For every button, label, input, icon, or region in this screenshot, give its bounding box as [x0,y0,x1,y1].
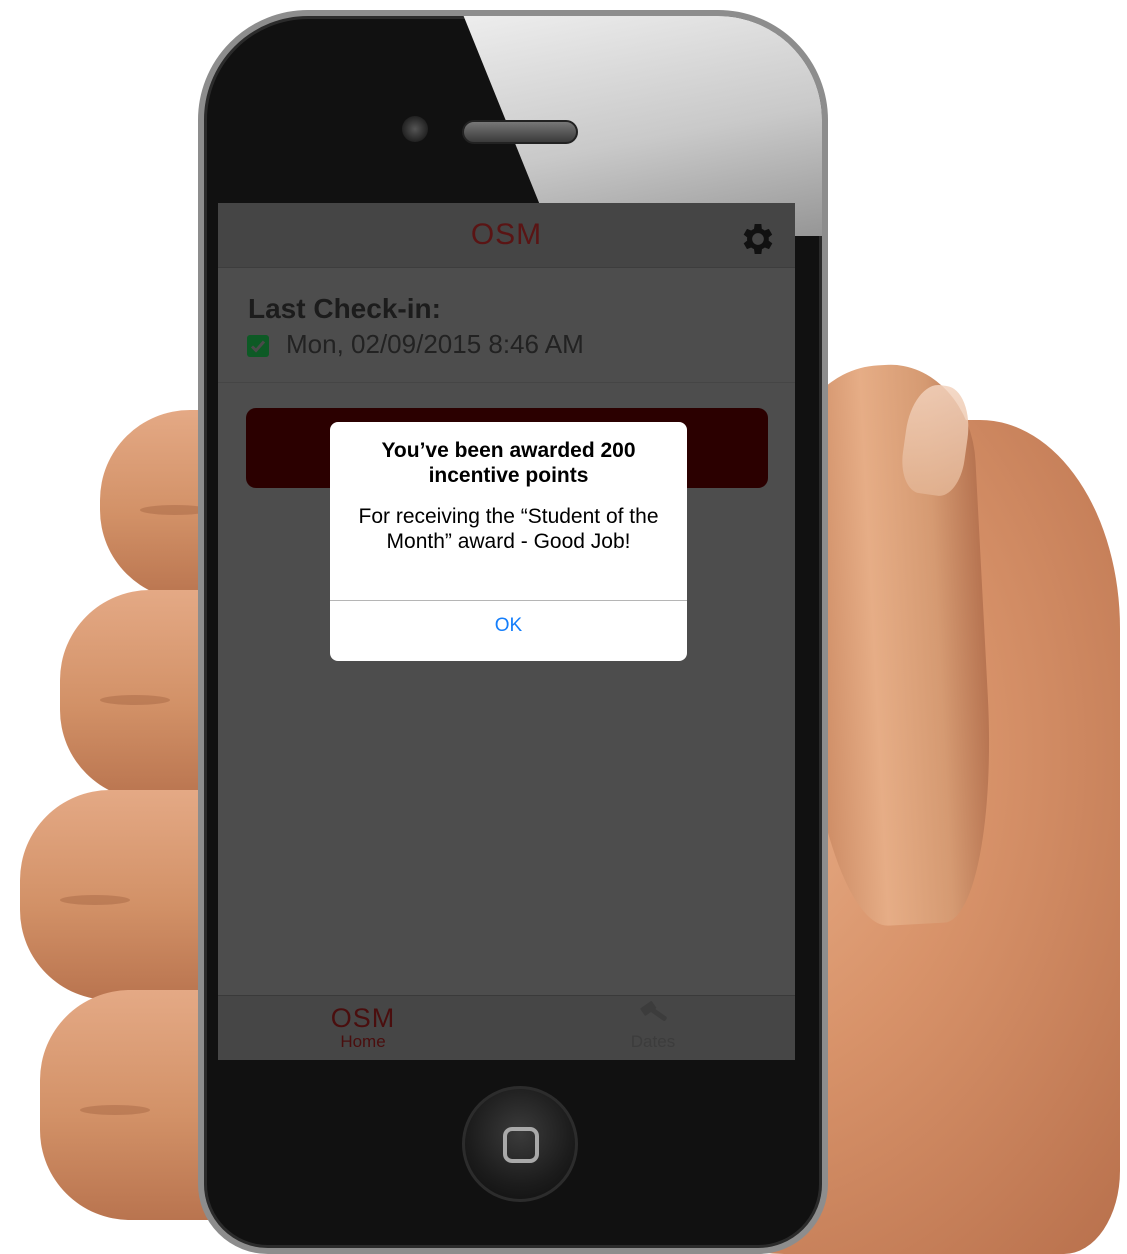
tab-dates[interactable]: Dates [608,1000,698,1052]
app-title: OSM [470,218,543,251]
tab-bar: OSM Home Dates [218,995,795,1060]
last-checkin-heading: Last Check-in: [248,293,441,324]
home-button[interactable] [462,1086,578,1202]
home-button-icon [503,1127,539,1163]
knuckle-crease [80,1105,150,1115]
knuckle-crease [60,895,130,905]
last-checkin-section: Last Check-in: Mon, 02/09/2015 8:46 AM [218,268,795,383]
tab-home-logo: OSM [330,1003,396,1033]
award-alert-dialog: You’ve been awarded 200 incentive points… [330,422,687,661]
gavel-icon [640,1001,667,1021]
front-camera [402,116,428,142]
gear-icon[interactable] [738,219,778,259]
earpiece-speaker [462,120,578,144]
tab-dates-label: Dates [630,1032,676,1051]
alert-ok-button[interactable]: OK [330,601,687,661]
tab-home[interactable]: OSM Home [308,1004,418,1052]
app-screen: OSM Last Check-in: Mon, 02/09/2015 8:46 … [218,203,795,1060]
tab-home-label: Home [340,1032,386,1051]
navigation-bar: OSM [218,203,795,268]
checkbox-checked-icon [247,335,269,357]
last-checkin-date: Mon, 02/09/2015 8:46 AM [286,329,584,359]
alert-title: You’ve been awarded 200 incentive points [381,439,636,487]
knuckle-crease [100,695,170,705]
alert-message: For receiving the “Student of the Month”… [358,505,659,553]
